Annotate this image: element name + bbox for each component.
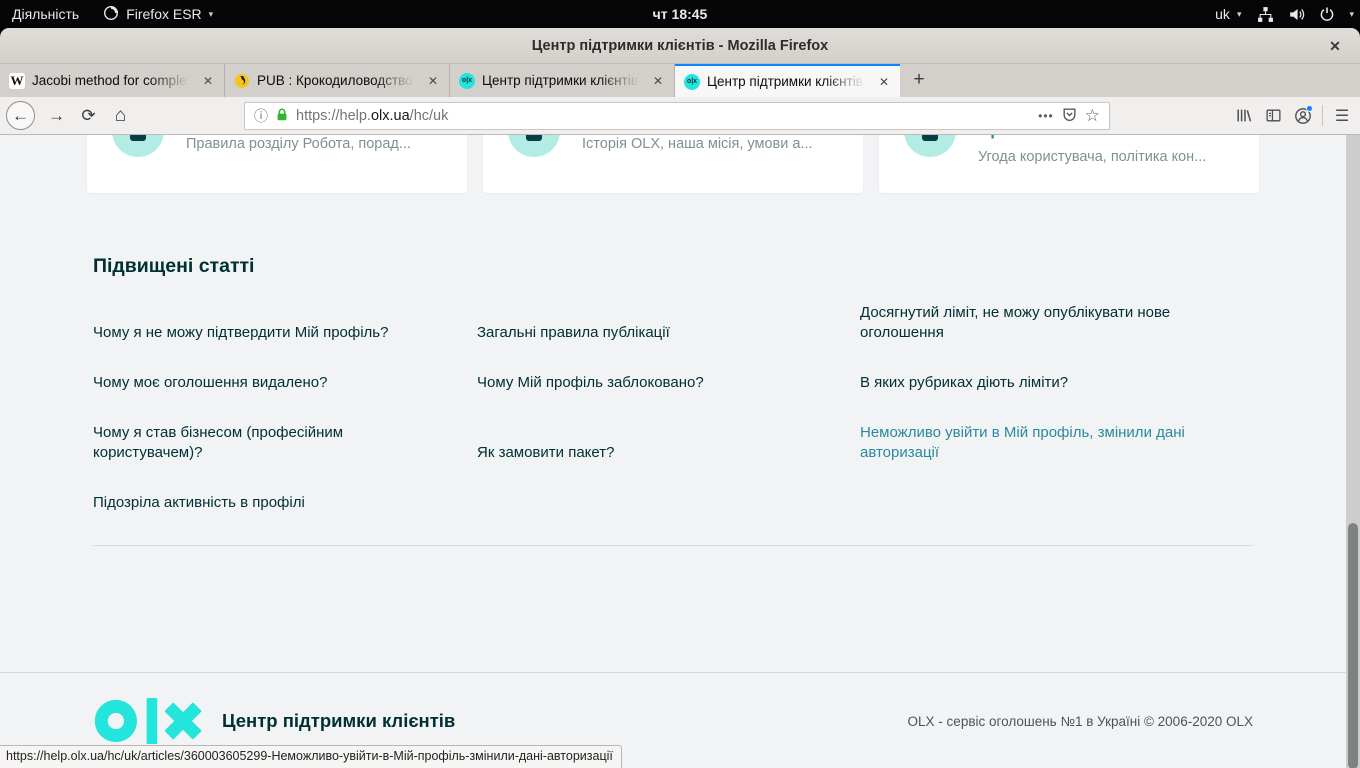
lock-icon[interactable] (275, 107, 289, 126)
gnome-top-bar: Діяльність Firefox ESR ▾ чт 18:45 uk ▾ (0, 0, 1360, 28)
page-info-icon[interactable]: ⓘ (254, 106, 268, 126)
chevron-down-icon: ▾ (1237, 9, 1242, 20)
category-card[interactable]: Правила розділу Робота, порад... (87, 135, 467, 193)
wikipedia-favicon: W (9, 73, 25, 89)
window-titlebar: Центр підтримки клієнтів - Mozilla Firef… (0, 28, 1360, 64)
category-subtitle: Угода користувача, політика кон... (978, 149, 1206, 166)
tab-strip: W Jacobi method for complex ✕ PUB : Крок… (0, 64, 1360, 97)
article-link[interactable]: Чому я не можу підтвердити Мій профіль? (93, 323, 477, 343)
keyboard-layout-indicator[interactable]: uk ▾ (1213, 0, 1243, 28)
article-link[interactable]: Підозріла активність в профілі (93, 493, 477, 513)
article-link-hovered[interactable]: Неможливо увійти в Мій профіль, змінили … (860, 423, 1253, 463)
app-menu[interactable]: Firefox ESR ▾ (91, 0, 225, 28)
chevron-down-icon: ▾ (1349, 9, 1354, 20)
volume-icon[interactable] (1288, 6, 1305, 23)
clock[interactable]: чт 18:45 (653, 6, 708, 22)
category-subtitle: Правила розділу Робота, порад... (186, 136, 411, 153)
category-card[interactable]: Історія OLX, наша місія, умови а... (483, 135, 863, 193)
scrollbar (1346, 135, 1360, 768)
article-link[interactable]: Загальні правила публікації (477, 323, 860, 343)
article-link[interactable]: Чому Мій профіль заблоковано? (477, 373, 860, 393)
firefox-icon (103, 5, 119, 24)
desktop: Діяльність Firefox ESR ▾ чт 18:45 uk ▾ (0, 0, 1360, 768)
olx-favicon: o|x (459, 73, 475, 89)
category-card-privacy[interactable]: Приватність Угода користувача, політика … (879, 135, 1259, 193)
article-link[interactable]: Чому моє оголошення видалено? (93, 373, 477, 393)
tab-close-icon[interactable]: ✕ (201, 74, 215, 88)
category-icon (508, 135, 560, 157)
activities-button[interactable]: Діяльність (0, 0, 91, 28)
category-icon (112, 135, 164, 157)
article-link[interactable]: Як замовити пакет? (477, 443, 860, 463)
window-close-button[interactable]: ✕ (1325, 36, 1345, 56)
back-button[interactable]: ← (6, 101, 35, 130)
tab-close-icon[interactable]: ✕ (426, 74, 440, 88)
category-title: Приватність (978, 135, 1082, 141)
article-link[interactable]: В яких рубриках діють ліміти? (860, 373, 1253, 393)
network-icon[interactable] (1257, 6, 1274, 23)
page-actions-icon[interactable]: ••• (1038, 109, 1054, 123)
pub-favicon (234, 73, 250, 89)
page-content: Правила розділу Робота, порад... Історія… (0, 135, 1346, 768)
tab-title: PUB : Крокодиловодство (257, 73, 419, 88)
sidebar-icon[interactable] (1258, 101, 1288, 130)
url-text: https://help.olx.ua/hc/uk (296, 108, 448, 124)
footer-copyright: OLX - сервіс оголошень №1 в Україні © 20… (908, 714, 1253, 729)
tab-pub[interactable]: PUB : Крокодиловодство ✕ (225, 64, 450, 97)
tab-close-icon[interactable]: ✕ (651, 74, 665, 88)
hamburger-menu-icon[interactable]: ☰ (1327, 101, 1357, 130)
category-subtitle: Історія OLX, наша місія, умови а... (582, 136, 813, 153)
url-bar[interactable]: ⓘ https://help.olx.ua/hc/uk ••• ☆ (244, 102, 1110, 130)
footer-title[interactable]: Центр підтримки клієнтів (222, 710, 455, 732)
promoted-articles-grid: Чому я не можу підтвердити Мій профіль? … (93, 303, 1253, 513)
bookmark-star-icon[interactable]: ☆ (1085, 106, 1100, 126)
olx-logo[interactable] (93, 697, 205, 745)
article-link[interactable]: Досягнутий ліміт, не можу опублікувати н… (860, 303, 1253, 343)
promoted-articles-heading: Підвищені статті (93, 255, 254, 278)
account-icon[interactable] (1288, 101, 1318, 130)
category-icon (904, 135, 956, 157)
window-title: Центр підтримки клієнтів - Mozilla Firef… (532, 38, 828, 54)
tab-help-center-1[interactable]: o|x Центр підтримки клієнтів ✕ (450, 64, 675, 97)
tab-title: Центр підтримки клієнтів (482, 73, 644, 88)
chevron-down-icon: ▾ (209, 9, 214, 20)
toolbar-separator (1322, 105, 1323, 126)
home-button[interactable]: ⌂ (106, 101, 135, 130)
pocket-icon[interactable] (1061, 106, 1078, 127)
olx-favicon: o|x (684, 74, 700, 90)
tab-title: Jacobi method for complex (32, 73, 194, 88)
reload-button[interactable]: ⟳ (74, 101, 103, 130)
status-tooltip: https://help.olx.ua/hc/uk/articles/36000… (0, 745, 622, 768)
new-tab-button[interactable]: + (905, 67, 933, 95)
tab-close-icon[interactable]: ✕ (877, 75, 891, 89)
section-divider (93, 545, 1253, 546)
forward-button[interactable]: → (42, 101, 71, 130)
tab-jacobi[interactable]: W Jacobi method for complex ✕ (0, 64, 225, 97)
library-icon[interactable] (1228, 101, 1258, 130)
navigation-toolbar: ← → ⟳ ⌂ ⓘ https://help.olx.ua/hc/uk ••• … (0, 97, 1360, 135)
tab-help-center-2-active[interactable]: o|x Центр підтримки клієнтів ✕ (675, 64, 900, 97)
category-cards-row: Правила розділу Робота, порад... Історія… (87, 135, 1259, 193)
scrollbar-thumb[interactable] (1348, 523, 1358, 768)
article-link[interactable]: Чому я став бізнесом (професійним корист… (93, 423, 477, 463)
power-icon[interactable] (1319, 6, 1335, 22)
notification-dot (1306, 105, 1313, 112)
tab-title: Центр підтримки клієнтів (707, 74, 870, 89)
